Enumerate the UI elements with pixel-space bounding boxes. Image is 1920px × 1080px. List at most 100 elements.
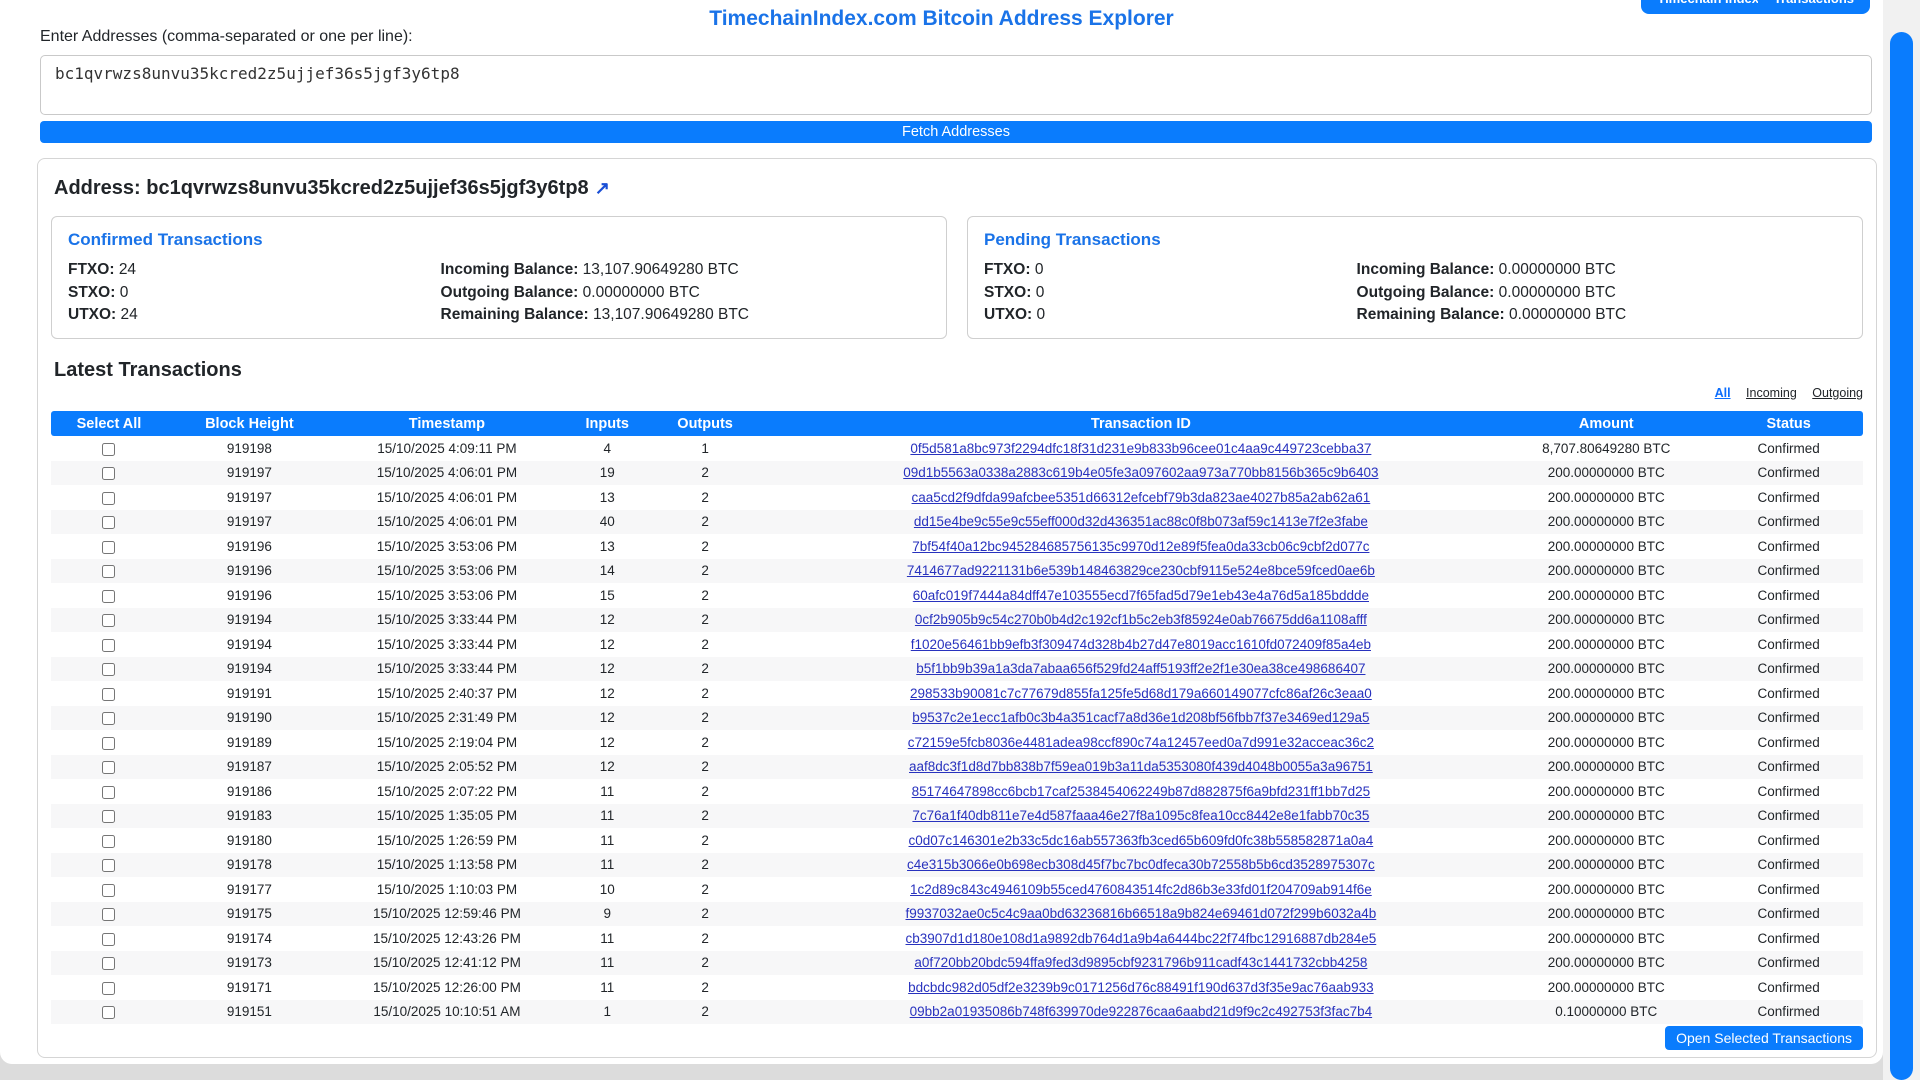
transaction-id-link[interactable]: dd15e4be9c55e9c55eff000d32d436351ac88c0f… [914, 514, 1368, 529]
cell-timestamp: 15/10/2025 1:26:59 PM [332, 828, 562, 853]
table-header-row: Select All Block Height Timestamp Inputs… [51, 411, 1863, 436]
transaction-id-link[interactable]: a0f720bb20bdc594ffa9fed3d9895cbf9231796b… [914, 955, 1367, 970]
row-checkbox[interactable] [102, 565, 115, 578]
row-checkbox[interactable] [102, 786, 115, 799]
external-link-icon[interactable]: ↗ [595, 178, 610, 198]
cell-block-height: 919194 [167, 657, 332, 682]
cell-outputs: 1 [653, 436, 758, 461]
address-input[interactable] [40, 55, 1872, 115]
row-checkbox[interactable] [102, 614, 115, 627]
table-row: 91919715/10/2025 4:06:01 PM132caa5cd2f9d… [51, 485, 1863, 510]
row-checkbox[interactable] [102, 737, 115, 750]
row-checkbox[interactable] [102, 443, 115, 456]
transaction-id-link[interactable]: 7c76a1f40db811e7e4d587faaa46e27f8a1095c8… [912, 808, 1369, 823]
row-checkbox[interactable] [102, 982, 115, 995]
cell-block-height: 919196 [167, 583, 332, 608]
fetch-addresses-button[interactable]: Fetch Addresses [40, 121, 1872, 143]
row-checkbox[interactable] [102, 810, 115, 823]
filter-outgoing-link[interactable]: Outgoing [1812, 386, 1863, 400]
main-page: Timechain Index Transactions TimechainIn… [0, 0, 1883, 1064]
transaction-id-link[interactable]: 7414677ad9221131b6e539b148463829ce230cbf… [907, 563, 1375, 578]
pending-utxo: UTXO: 0 [984, 304, 1347, 327]
cell-outputs: 2 [653, 730, 758, 755]
cell-inputs: 12 [562, 755, 653, 780]
transactions-table: Select All Block Height Timestamp Inputs… [51, 411, 1863, 1024]
table-row: 91915115/10/2025 10:10:51 AM1209bb2a0193… [51, 1000, 1863, 1025]
row-checkbox[interactable] [102, 541, 115, 554]
cell-timestamp: 15/10/2025 3:33:44 PM [332, 632, 562, 657]
transaction-id-link[interactable]: c0d07c146301e2b33c5dc16ab557363fb3ced65b… [909, 833, 1374, 848]
stxo-label: STXO: [68, 284, 115, 301]
scrollbar-track[interactable] [1883, 0, 1920, 1080]
transaction-id-link[interactable]: f9937032ae0c5c4c9aa0bd63236816b66518a9b8… [906, 906, 1377, 921]
cell-outputs: 2 [653, 853, 758, 878]
cell-status: Confirmed [1714, 436, 1863, 461]
outgoing-balance-value: 0.00000000 BTC [1499, 284, 1616, 301]
transaction-id-link[interactable]: b5f1bb9b39a1a3da7abaa656f529fd24aff5193f… [916, 661, 1365, 676]
transaction-id-link[interactable]: 09bb2a01935086b748f639970de922876caa6aab… [910, 1004, 1372, 1019]
transaction-id-link[interactable]: f1020e56461bb9efb3f309474d328b4b27d47e80… [911, 637, 1371, 652]
cell-inputs: 11 [562, 779, 653, 804]
transaction-id-link[interactable]: 298533b90081c7c77679d855fa125fe5d68d179a… [910, 686, 1372, 701]
transaction-id-link[interactable]: b9537c2e1ecc1afb0c3b4a351cacf7a8d36e1d20… [912, 710, 1369, 725]
table-row: 91919615/10/2025 3:53:06 PM1327bf54f40a1… [51, 534, 1863, 559]
cell-status: Confirmed [1714, 559, 1863, 584]
cell-outputs: 2 [653, 559, 758, 584]
header-status: Status [1714, 411, 1863, 436]
cell-status: Confirmed [1714, 1000, 1863, 1025]
transaction-id-link[interactable]: 1c2d89c843c4946109b55ced4760843514fc2d86… [910, 882, 1372, 897]
cell-status: Confirmed [1714, 657, 1863, 682]
row-checkbox[interactable] [102, 688, 115, 701]
transaction-id-link[interactable]: 0cf2b905b9c54c270b0b4d2c192cf1b5c2eb3f85… [915, 612, 1367, 627]
row-checkbox[interactable] [102, 590, 115, 603]
row-checkbox[interactable] [102, 492, 115, 505]
table-row: 91919815/10/2025 4:09:11 PM410f5d581a8bc… [51, 436, 1863, 461]
row-checkbox[interactable] [102, 933, 115, 946]
transaction-id-link[interactable]: bdcbdc982d05df2e3239b9c0171256d76c88491f… [908, 980, 1373, 995]
filter-all-link[interactable]: All [1715, 386, 1731, 400]
cell-timestamp: 15/10/2025 4:06:01 PM [332, 461, 562, 486]
cell-timestamp: 15/10/2025 2:19:04 PM [332, 730, 562, 755]
row-checkbox[interactable] [102, 1006, 115, 1019]
table-row: 91918015/10/2025 1:26:59 PM112c0d07c1463… [51, 828, 1863, 853]
cell-amount: 200.00000000 BTC [1524, 975, 1714, 1000]
row-checkbox[interactable] [102, 712, 115, 725]
row-checkbox[interactable] [102, 957, 115, 970]
transaction-id-link[interactable]: cb3907d1d180e108d1a9892db764d1a9b4a6444b… [906, 931, 1377, 946]
transaction-id-link[interactable]: 60afc019f7444a84dff47e103555ecd7f65fad5d… [913, 588, 1369, 603]
row-checkbox[interactable] [102, 663, 115, 676]
row-checkbox[interactable] [102, 884, 115, 897]
row-checkbox[interactable] [102, 908, 115, 921]
open-selected-transactions-button[interactable]: Open Selected Transactions [1665, 1026, 1863, 1050]
header-select-all[interactable]: Select All [51, 411, 167, 436]
row-checkbox[interactable] [102, 516, 115, 529]
utxo-label: UTXO: [984, 306, 1032, 323]
cell-amount: 200.00000000 BTC [1524, 730, 1714, 755]
row-checkbox[interactable] [102, 835, 115, 848]
stxo-value: 0 [120, 284, 129, 301]
row-checkbox[interactable] [102, 859, 115, 872]
cell-outputs: 2 [653, 1000, 758, 1025]
transaction-id-link[interactable]: 85174647898cc6bcb17caf2538454062249b87d8… [912, 784, 1370, 799]
transaction-id-link[interactable]: caa5cd2f9dfda99afcbee5351d66312efcebf79b… [912, 490, 1371, 505]
row-checkbox[interactable] [102, 467, 115, 480]
cell-timestamp: 15/10/2025 3:53:06 PM [332, 583, 562, 608]
transaction-id-link[interactable]: 0f5d581a8bc973f2294dfc18f31d231e9b833b96… [910, 441, 1371, 456]
cell-inputs: 12 [562, 632, 653, 657]
filter-incoming-link[interactable]: Incoming [1746, 386, 1797, 400]
pending-stxo: STXO: 0 [984, 282, 1347, 305]
transaction-id-link[interactable]: aaf8dc3f1d8d7bb838b7f59ea019b3a11da53530… [909, 759, 1373, 774]
cell-status: Confirmed [1714, 510, 1863, 535]
transaction-id-link[interactable]: c72159e5fcb8036e4481adea98ccf890c74a1245… [908, 735, 1374, 750]
transaction-id-link[interactable]: 09d1b5563a0338a2883c619b4e05fe3a097602aa… [903, 465, 1378, 480]
cell-status: Confirmed [1714, 681, 1863, 706]
transaction-id-link[interactable]: c4e315b3066e0b698ecb308d45f7bc7bc0dfeca3… [907, 857, 1375, 872]
cell-inputs: 14 [562, 559, 653, 584]
scrollbar-thumb[interactable] [1890, 32, 1913, 1080]
row-checkbox[interactable] [102, 639, 115, 652]
table-row: 91917715/10/2025 1:10:03 PM1021c2d89c843… [51, 877, 1863, 902]
cell-amount: 0.10000000 BTC [1524, 1000, 1714, 1025]
transaction-id-link[interactable]: 7bf54f40a12bc945284685756135c9970d12e89f… [912, 539, 1369, 554]
cell-block-height: 919198 [167, 436, 332, 461]
row-checkbox[interactable] [102, 761, 115, 774]
